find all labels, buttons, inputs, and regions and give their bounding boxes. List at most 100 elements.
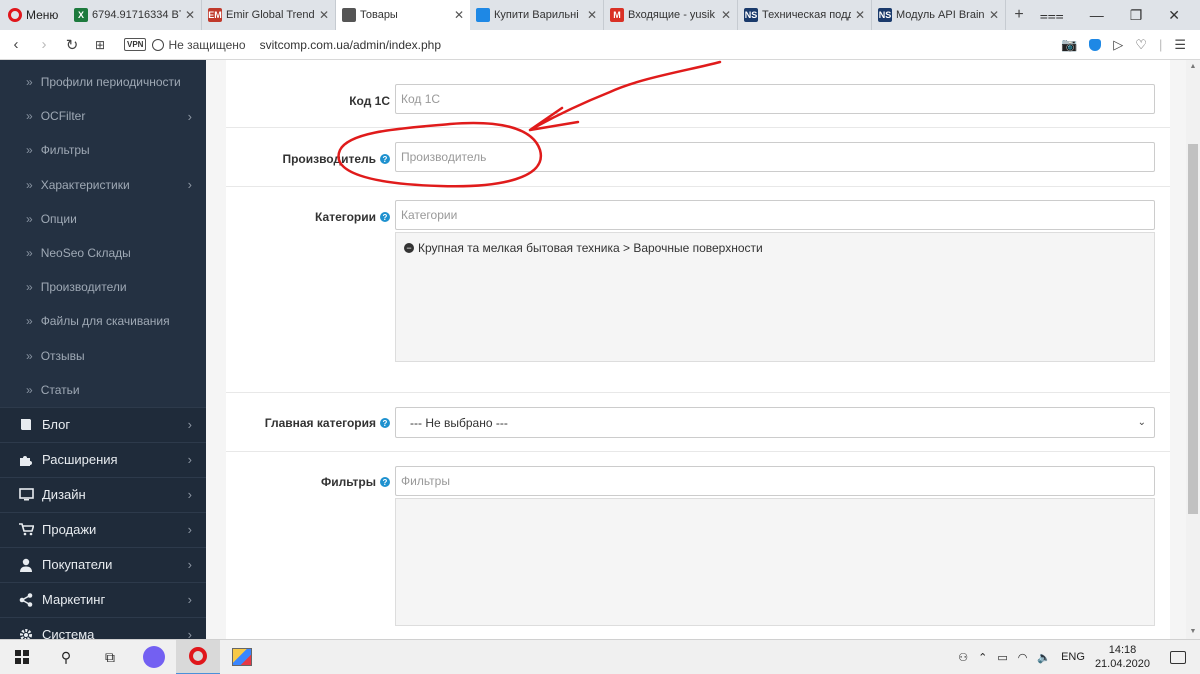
wifi-icon[interactable]: ◠ [1018, 651, 1028, 664]
vpn-badge[interactable]: VPN [124, 38, 147, 51]
double-chevron-icon: » [26, 382, 33, 397]
close-window-icon[interactable]: ✕ [1168, 7, 1180, 24]
shield-icon[interactable] [1089, 38, 1102, 51]
sidebar-subitem[interactable]: » Отзывы [0, 338, 206, 373]
paint-app-icon[interactable] [220, 640, 264, 674]
chevron-down-icon: ⌄ [1137, 417, 1146, 428]
scrollbar-thumb[interactable] [1188, 144, 1198, 514]
tab-search-icon[interactable]: ⩶ [1040, 7, 1064, 24]
double-chevron-icon: » [26, 211, 33, 226]
help-icon[interactable]: ? [380, 477, 390, 487]
sidebar-subitem-label: Опции [40, 211, 77, 226]
page-scrollbar[interactable]: ▲ ▼ [1186, 60, 1200, 639]
browser-tab[interactable]: NS Модуль API Brain ✕ [872, 0, 1006, 30]
chevron-right-icon: › [187, 487, 192, 503]
sidebar-item-label: Блог [42, 417, 71, 433]
minimize-window-icon[interactable]: — [1090, 7, 1104, 23]
main-content: Код 1С Производитель ? Категории ? − Кру… [206, 60, 1186, 639]
new-tab-button[interactable]: + [1006, 0, 1032, 30]
start-button[interactable] [0, 640, 44, 674]
sidebar-subitem[interactable]: » OCFilter › [0, 99, 206, 134]
tray-overflow-icon[interactable]: ⌃ [978, 651, 987, 664]
back-icon[interactable]: ‹ [2, 36, 30, 53]
tab-close-icon[interactable]: ✕ [855, 8, 865, 22]
scroll-up-icon[interactable]: ▲ [1186, 60, 1200, 74]
tab-title: Emir Global Trend [226, 9, 315, 21]
task-view-icon[interactable]: ⧉ [88, 640, 132, 674]
filters-input[interactable] [395, 466, 1155, 496]
help-icon[interactable]: ? [380, 212, 390, 222]
code1c-input[interactable] [395, 84, 1155, 114]
sidebar-item-label: Продажи [42, 522, 97, 538]
url-text[interactable]: svitcomp.com.ua/admin/index.php [260, 38, 441, 52]
people-icon[interactable]: ⚇ [958, 651, 968, 664]
viber-app-icon[interactable] [132, 640, 176, 674]
sidebar-subitem[interactable]: » Фильтры [0, 133, 206, 168]
sidebar-item-label: Дизайн [42, 487, 86, 503]
forward-icon[interactable]: › [30, 36, 58, 53]
scroll-down-icon[interactable]: ▼ [1186, 625, 1200, 639]
help-icon[interactable]: ? [380, 418, 390, 428]
monitor-icon [18, 488, 34, 502]
tab-close-icon[interactable]: ✕ [185, 8, 195, 22]
double-chevron-icon: » [26, 109, 33, 124]
double-chevron-icon: » [26, 348, 33, 363]
easy-setup-icon[interactable]: ☰ [1174, 37, 1186, 53]
browser-tab[interactable]: Товары ✕ [336, 0, 470, 30]
sidebar-subitem[interactable]: » Характеристики › [0, 167, 206, 202]
sidebar-item[interactable]: Расширения › [0, 441, 206, 477]
main-category-select[interactable]: --- Не выбрано --- ⌄ [395, 407, 1155, 438]
browser-menu-button[interactable]: Меню [0, 0, 68, 30]
tab-favicon-icon [476, 8, 490, 22]
sidebar-item[interactable]: Маркетинг › [0, 581, 206, 617]
sidebar-item[interactable]: Продажи › [0, 511, 206, 547]
search-icon[interactable]: ⚲ [44, 640, 88, 674]
sidebar-subitem[interactable]: » Файлы для скачивания [0, 304, 206, 339]
form-row-manufacturer: Производитель ? [226, 128, 1170, 187]
sidebar-subitem[interactable]: » Профили периодичности [0, 65, 206, 100]
manufacturer-input[interactable] [395, 142, 1155, 172]
remove-category-icon[interactable]: − [404, 243, 414, 253]
tab-close-icon[interactable]: ✕ [587, 8, 597, 22]
sidebar-subitem[interactable]: » Статьи [0, 372, 206, 407]
sidebar-item[interactable]: Блог › [0, 406, 206, 442]
notifications-icon[interactable] [1170, 650, 1186, 664]
browser-tab[interactable]: M Входящие - yusik ✕ [604, 0, 738, 30]
help-icon[interactable]: ? [380, 154, 390, 164]
clock-date: 21.04.2020 [1094, 658, 1150, 670]
language-indicator[interactable]: ENG [1061, 651, 1085, 663]
clock[interactable]: 14:18 21.04.2020 [1095, 643, 1150, 671]
volume-icon[interactable]: 🔈 [1037, 651, 1051, 664]
browser-tab[interactable]: EM Emir Global Trend ✕ [202, 0, 336, 30]
sidebar-subitem[interactable]: » Производители [0, 270, 206, 305]
tab-close-icon[interactable]: ✕ [989, 8, 999, 22]
browser-tab[interactable]: X 6794.91716334 BTC ✕ [68, 0, 202, 30]
tab-favicon-icon: NS [744, 8, 758, 22]
heart-icon[interactable]: ♡ [1135, 37, 1147, 53]
camera-icon[interactable]: 📷 [1061, 37, 1077, 53]
security-status[interactable]: Не защищено [168, 38, 245, 52]
send-icon[interactable]: ▷ [1113, 37, 1123, 53]
sidebar-subitem[interactable]: » NeoSeo Склады [0, 235, 206, 271]
sidebar-subitem-label: Отзывы [40, 348, 85, 363]
windows-logo-icon [15, 650, 29, 664]
sidebar-subitem[interactable]: » Опции [0, 201, 206, 236]
speed-dial-icon[interactable]: ⊞ [86, 38, 114, 52]
restore-window-icon[interactable]: ❐ [1130, 7, 1143, 24]
reload-icon[interactable]: ↻ [58, 36, 86, 54]
categories-input[interactable] [395, 200, 1155, 230]
double-chevron-icon: » [26, 143, 33, 158]
browser-tab[interactable]: Купити Варильні ✕ [470, 0, 604, 30]
tab-close-icon[interactable]: ✕ [721, 8, 731, 22]
sidebar-item[interactable]: Система › [0, 616, 206, 639]
sidebar-item[interactable]: Покупатели › [0, 546, 206, 582]
tab-close-icon[interactable]: ✕ [454, 8, 464, 22]
selected-categories-well: − Крупная та мелкая бытовая техника > Ва… [395, 232, 1155, 362]
browser-tab[interactable]: NS Техническая подд ✕ [738, 0, 872, 30]
double-chevron-icon: » [26, 177, 33, 192]
opera-app-icon[interactable] [176, 639, 220, 674]
address-bar: ‹ › ↻ ⊞ VPN Не защищено svitcomp.com.ua/… [0, 30, 1200, 60]
sidebar-item[interactable]: Дизайн › [0, 476, 206, 512]
battery-icon[interactable]: ▭ [997, 651, 1007, 664]
tab-close-icon[interactable]: ✕ [319, 8, 329, 22]
